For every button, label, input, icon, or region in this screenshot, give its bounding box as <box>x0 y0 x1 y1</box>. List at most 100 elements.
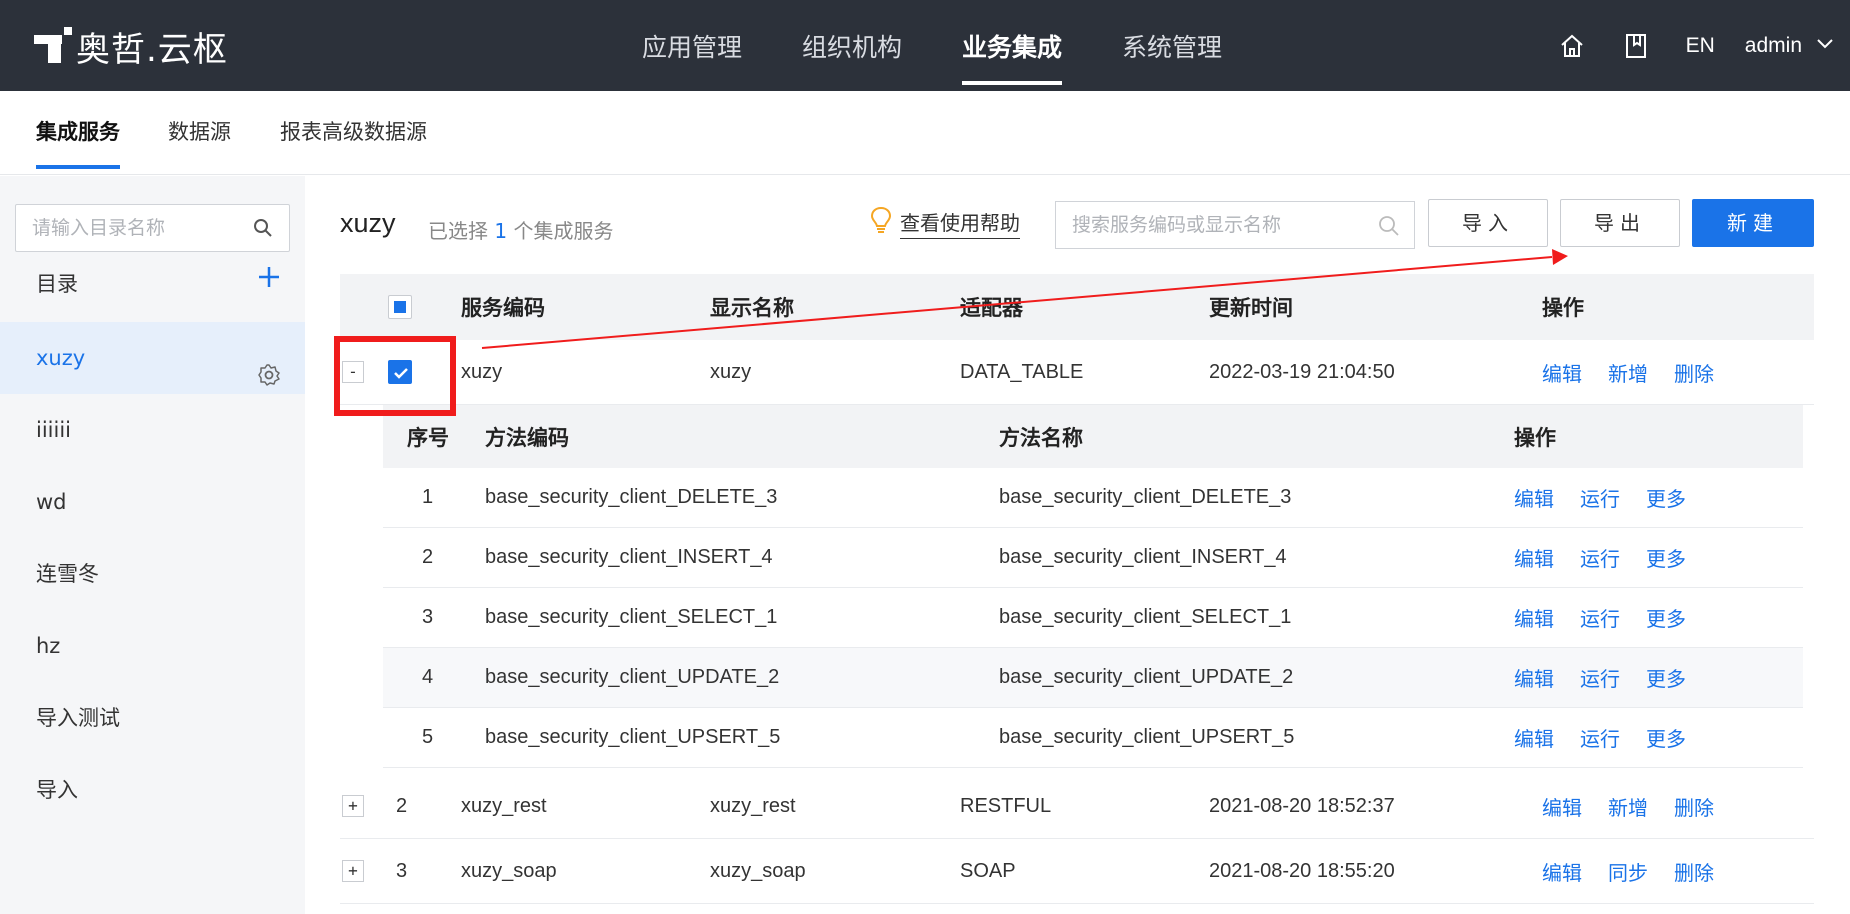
cell-code: xuzy_soap <box>461 859 557 882</box>
directory-sidebar: 目录 xuzy iiiiii wd 连雪冬 hz 导入测试 导入 <box>0 176 305 914</box>
cell-no: 3 <box>422 606 434 628</box>
delete-link[interactable]: 删除 <box>1674 792 1714 821</box>
cell-index: 2 <box>396 794 408 817</box>
method-subtable: 序号 方法编码 方法名称 操作 1 base_security_client_D… <box>383 405 1803 768</box>
more-link[interactable]: 更多 <box>1646 663 1686 692</box>
more-link[interactable]: 更多 <box>1646 723 1686 752</box>
add-link[interactable]: 新增 <box>1608 358 1648 387</box>
service-search <box>1055 201 1415 249</box>
cell-adapter: DATA_TABLE <box>960 360 1084 383</box>
more-link[interactable]: 更多 <box>1646 603 1686 632</box>
selection-suffix: 个集成服务 <box>513 219 614 243</box>
directory-item[interactable]: 导入 <box>0 754 305 826</box>
method-row: 5 base_security_client_UPSERT_5 base_sec… <box>383 708 1803 768</box>
brand-logo[interactable]: 奥哲.云枢 <box>34 24 228 70</box>
search-icon[interactable] <box>1378 215 1400 242</box>
cell-no: 2 <box>422 546 434 568</box>
directory-heading: 目录 <box>36 272 78 296</box>
cell-method-code: base_security_client_UPSERT_5 <box>485 726 781 748</box>
cell-name: xuzy <box>710 360 752 383</box>
language-switch[interactable]: EN <box>1686 34 1715 58</box>
method-row: 4 base_security_client_UPDATE_2 base_sec… <box>383 648 1803 708</box>
directory-item[interactable]: wd <box>0 466 305 538</box>
expand-row-toggle[interactable]: + <box>342 860 364 882</box>
directory-item[interactable]: hz <box>0 610 305 682</box>
cell-updated: 2021-08-20 18:55:20 <box>1209 859 1395 882</box>
tab-report-data-source[interactable]: 报表高级数据源 <box>280 91 427 175</box>
export-button[interactable]: 导出 <box>1560 199 1680 247</box>
cell-method-code: base_security_client_SELECT_1 <box>485 606 778 628</box>
expand-row-toggle[interactable]: + <box>342 795 364 817</box>
new-button[interactable]: 新建 <box>1692 199 1814 247</box>
tab-integration-service[interactable]: 集成服务 <box>36 91 120 175</box>
directory-item[interactable]: iiiiii <box>0 394 305 466</box>
method-row: 3 base_security_client_SELECT_1 base_sec… <box>383 588 1803 648</box>
column-header-method-actions: 操作 <box>1514 425 1556 450</box>
delete-link[interactable]: 删除 <box>1674 857 1714 886</box>
table-row: + 2 xuzy_rest xuzy_rest RESTFUL 2021-08-… <box>340 774 1814 839</box>
user-menu[interactable]: admin <box>1745 34 1802 58</box>
column-header-updated: 更新时间 <box>1209 296 1293 320</box>
edit-link[interactable]: 编辑 <box>1514 663 1554 692</box>
add-link[interactable]: 新增 <box>1608 792 1648 821</box>
run-link[interactable]: 运行 <box>1580 723 1620 752</box>
select-all-checkbox[interactable] <box>388 295 412 319</box>
cell-no: 5 <box>422 726 434 748</box>
column-header-adapter: 适配器 <box>960 296 1023 320</box>
search-icon[interactable] <box>253 218 273 243</box>
import-button[interactable]: 导入 <box>1428 199 1548 247</box>
cell-method-code: base_security_client_DELETE_3 <box>485 486 778 508</box>
run-link[interactable]: 运行 <box>1580 543 1620 572</box>
cell-method-name: base_security_client_UPSERT_5 <box>999 726 1295 748</box>
cell-code: xuzy_rest <box>461 794 547 817</box>
run-link[interactable]: 运行 <box>1580 663 1620 692</box>
nav-item-organization[interactable]: 组织机构 <box>802 0 902 91</box>
edit-link[interactable]: 编辑 <box>1542 857 1582 886</box>
directory-list: xuzy iiiiii wd 连雪冬 hz 导入测试 导入 <box>0 322 305 826</box>
directory-item[interactable]: 连雪冬 <box>0 538 305 610</box>
edit-link[interactable]: 编辑 <box>1514 483 1554 512</box>
edit-link[interactable]: 编辑 <box>1542 792 1582 821</box>
cell-no: 1 <box>422 486 434 508</box>
edit-link[interactable]: 编辑 <box>1514 603 1554 632</box>
more-link[interactable]: 更多 <box>1646 483 1686 512</box>
sub-tabs: 集成服务 数据源 报表高级数据源 <box>0 91 1850 175</box>
main-nav: 应用管理 组织机构 业务集成 系统管理 <box>642 0 1282 91</box>
cell-method-code: base_security_client_UPDATE_2 <box>485 666 780 688</box>
run-link[interactable]: 运行 <box>1580 603 1620 632</box>
directory-search-input[interactable] <box>16 205 236 251</box>
method-row: 1 base_security_client_DELETE_3 base_sec… <box>383 468 1803 528</box>
selection-info: 已选择 1 个集成服务 <box>428 215 613 244</box>
sync-link[interactable]: 同步 <box>1608 857 1648 886</box>
column-header-name: 显示名称 <box>710 296 794 320</box>
directory-item[interactable]: xuzy <box>0 322 305 394</box>
column-header-method-name: 方法名称 <box>999 425 1083 450</box>
document-icon[interactable] <box>1622 32 1650 60</box>
help-link-text[interactable]: 查看使用帮助 <box>900 207 1020 239</box>
help-link[interactable]: 查看使用帮助 <box>870 206 1020 239</box>
column-header-code: 服务编码 <box>461 296 545 320</box>
chevron-down-icon[interactable] <box>1816 37 1834 55</box>
table-row: - xuzy xuzy DATA_TABLE 2022-03-19 21:04:… <box>340 340 1814 405</box>
nav-item-business-integration[interactable]: 业务集成 <box>962 0 1063 91</box>
nav-item-system-management[interactable]: 系统管理 <box>1122 0 1222 91</box>
cell-name: xuzy_rest <box>710 794 796 817</box>
edit-link[interactable]: 编辑 <box>1542 358 1582 387</box>
cell-name: xuzy_soap <box>710 859 806 882</box>
logo-mark-icon <box>34 27 72 65</box>
cell-method-code: base_security_client_INSERT_4 <box>485 546 773 568</box>
delete-link[interactable]: 删除 <box>1674 358 1714 387</box>
nav-item-app-management[interactable]: 应用管理 <box>642 0 742 91</box>
cell-method-name: base_security_client_UPDATE_2 <box>999 666 1294 688</box>
edit-link[interactable]: 编辑 <box>1514 543 1554 572</box>
cell-method-name: base_security_client_DELETE_3 <box>999 486 1292 508</box>
add-directory-icon[interactable] <box>256 264 284 292</box>
edit-link[interactable]: 编辑 <box>1514 723 1554 752</box>
more-link[interactable]: 更多 <box>1646 543 1686 572</box>
service-search-input[interactable] <box>1056 202 1356 248</box>
tab-data-source[interactable]: 数据源 <box>168 91 231 175</box>
directory-item[interactable]: 导入测试 <box>0 682 305 754</box>
cell-index: 3 <box>396 859 408 882</box>
run-link[interactable]: 运行 <box>1580 483 1620 512</box>
home-icon[interactable] <box>1558 32 1586 60</box>
